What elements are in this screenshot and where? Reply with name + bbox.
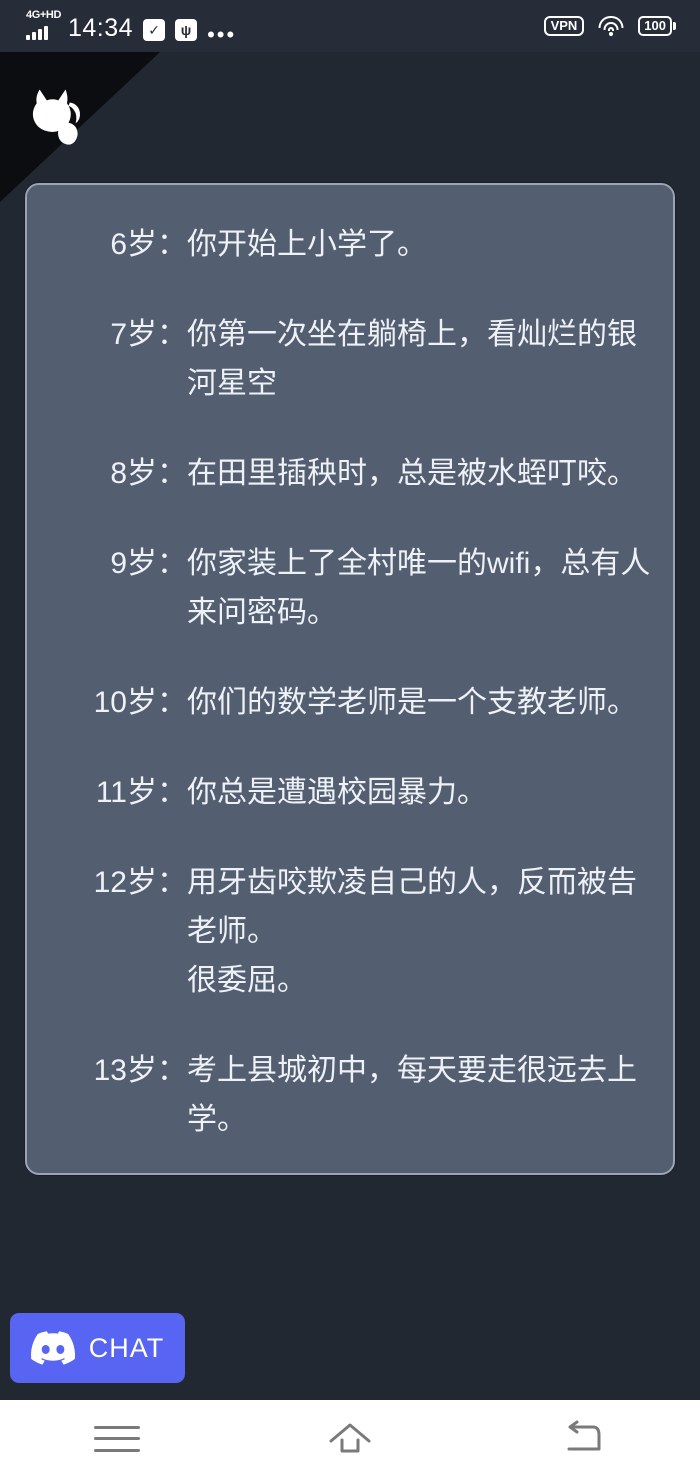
life-event-colon: ： [157,318,187,351]
recents-button[interactable] [57,1409,177,1469]
life-event-row[interactable]: 6岁：你开始上小学了。 [27,206,673,287]
life-event-text: 你开始上小学了。 [187,228,427,261]
signal-strength-icon: 4G+HD [24,9,61,41]
back-button[interactable] [523,1409,643,1469]
row-separator [27,1023,673,1032]
row-separator [27,516,673,525]
life-event-row[interactable]: 7岁：你第一次坐在躺椅上，看灿烂的银河星空 [27,296,673,426]
life-event-row[interactable]: 13岁：考上县城初中，每天要走很远去上学。 [27,1032,673,1162]
row-separator [27,655,673,664]
life-event-age: 9岁 [110,547,157,580]
status-bar-left: 4G+HD 14:34 ✓ ψ ••• [24,9,237,47]
life-event-age: 11岁 [95,776,157,809]
life-event-text: 你得到了一个很好的开始。 [187,185,547,197]
life-event-row[interactable]: 12岁：用牙齿咬欺凌自己的人，反而被告老师。 很委屈。 [27,844,673,1023]
row-separator [27,426,673,435]
row-separator [27,287,673,296]
more-notifications-icon: ••• [207,22,237,47]
life-event-text: 考上县城初中，每天要走很远去上学。 [187,1054,637,1136]
life-event-age: 6岁 [110,228,157,261]
home-button[interactable] [290,1409,410,1469]
life-event-colon: ： [157,185,187,197]
life-event-row[interactable]: 9岁：你家装上了全村唯一的wifi，总有人来问密码。 [27,525,673,655]
life-event-age: 13岁 [93,1054,157,1087]
life-event-colon: ： [157,686,187,719]
life-event-age: 7岁 [110,318,157,351]
life-event-row[interactable]: 10岁：你们的数学老师是一个支教老师。 [27,664,673,745]
life-event-colon: ： [157,228,187,261]
life-event-colon: ： [157,547,187,580]
menu-icon [93,1425,140,1452]
row-separator-top [27,197,673,206]
row-separator [27,1162,673,1171]
life-event-text: 你总是遭遇校园暴力。 [187,776,487,809]
life-event-text: 你第一次坐在躺椅上，看灿烂的银河星空 [187,318,637,400]
row-separator [27,745,673,754]
signal-bars [26,26,48,40]
life-event-text: 你们的数学老师是一个支教老师。 [187,686,637,719]
android-navigation-bar [0,1400,700,1477]
life-event-colon: ： [157,866,187,899]
life-event-row[interactable]: 11岁：你总是遭遇校园暴力。 [27,754,673,835]
row-separator [27,835,673,844]
status-bar-right: VPN 100 [543,16,676,36]
status-bar-clock: 14:34 [68,14,134,42]
network-type-label: 4G+HD [26,9,61,21]
life-event-age: 10岁 [93,686,157,719]
life-event-age: 12岁 [93,866,157,899]
battery-cap [673,22,676,30]
vpn-icon: VPN [543,16,585,36]
wifi-icon [598,16,624,36]
discord-icon [30,1331,75,1365]
home-icon [329,1423,371,1452]
life-event-age: 8岁 [110,457,157,490]
life-event-text: 用牙齿咬欺凌自己的人，反而被告老师。 很委屈。 [187,866,637,997]
chat-button-label: CHAT [88,1332,165,1363]
battery-icon: 100 [638,16,676,36]
status-bar: 4G+HD 14:34 ✓ ψ ••• VPN 100 [0,0,700,52]
octocat-logo[interactable] [18,78,90,150]
life-event-text: 你家装上了全村唯一的wifi，总有人来问密码。 [187,547,651,629]
usb-debug-icon: ψ [175,19,198,41]
back-icon [567,1420,601,1450]
life-event-colon: ： [157,776,187,809]
life-restart-event-list[interactable]: 5岁：你得到了一个很好的开始。6岁：你开始上小学了。7岁：你第一次坐在躺椅上，看… [25,183,675,1175]
life-event-row[interactable]: 5岁：你得到了一个很好的开始。 [27,185,673,197]
life-event-text: 在田里插秧时，总是被水蛭叮咬。 [187,457,637,490]
life-event-colon: ： [157,457,187,490]
discord-chat-button[interactable]: CHAT [10,1313,185,1383]
life-event-colon: ： [157,1054,187,1087]
life-event-row[interactable]: 8岁：在田里插秧时，总是被水蛭叮咬。 [27,435,673,516]
clipboard-icon: ✓ [143,19,166,41]
life-event-age: 5岁 [49,185,157,197]
battery-level-label: 100 [638,16,672,36]
